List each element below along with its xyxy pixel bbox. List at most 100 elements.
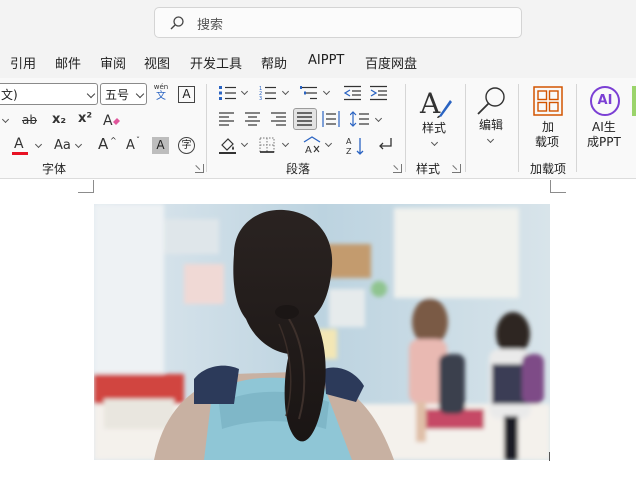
tab-review[interactable]: 审阅 [100, 53, 126, 72]
justify-icon [297, 112, 312, 126]
page-margin-mark-right [550, 180, 566, 193]
svg-text:Z: Z [346, 147, 352, 156]
chevron-down-icon[interactable] [240, 139, 249, 148]
character-shading-button[interactable]: A [152, 137, 169, 154]
menu-bar: 引用 邮件 审阅 视图 开发工具 帮助 AIPPT 百度网盘 [0, 46, 636, 78]
chevron-down-icon[interactable] [74, 140, 83, 149]
pinyin-bottom: 文 [156, 91, 166, 102]
chevron-down-icon[interactable] [322, 87, 331, 96]
chinese-layout-icon[interactable]: A [302, 136, 322, 154]
search-placeholder: 搜索 [197, 18, 224, 33]
font-name-value: 文) [1, 88, 18, 102]
group-divider [405, 84, 406, 172]
ai-ppt-button[interactable]: AI AI生 成PPT [582, 84, 628, 154]
font-color-bar [12, 152, 28, 155]
align-right-icon[interactable] [271, 112, 287, 126]
tab-help[interactable]: 帮助 [261, 53, 287, 72]
group-divider [465, 84, 466, 172]
decrease-indent-icon[interactable] [344, 85, 362, 101]
chevron-down-icon [486, 135, 495, 144]
tab-baidu-netdisk[interactable]: 百度网盘 [365, 53, 417, 72]
justify-button[interactable] [293, 108, 317, 130]
grow-font-button[interactable]: A [98, 137, 108, 152]
chevron-down-icon[interactable] [34, 140, 43, 149]
title-bar: 搜索 [0, 0, 636, 46]
font-size-combo[interactable]: 五号 [100, 83, 147, 105]
caret-up-icon: ^ [110, 136, 117, 145]
bullets-icon[interactable] [219, 85, 237, 101]
svg-text:A: A [305, 145, 312, 154]
svg-text:A: A [103, 113, 113, 129]
distributed-icon[interactable] [322, 111, 340, 127]
shrink-font-button[interactable]: A [126, 139, 135, 152]
editing-button[interactable]: 编辑 [470, 84, 512, 154]
chevron-down-icon[interactable] [281, 139, 290, 148]
font-name-combo[interactable]: 文) [0, 83, 98, 105]
svg-text:3: 3 [259, 96, 262, 101]
chevron-down-icon [135, 89, 145, 99]
multilevel-list-icon[interactable] [300, 85, 318, 101]
svg-text:A: A [346, 137, 352, 146]
paragraph-dialog-launcher-icon[interactable] [393, 164, 402, 173]
tab-aippt[interactable]: AIPPT [308, 53, 344, 68]
find-icon [477, 87, 505, 115]
line-spacing-icon[interactable] [350, 111, 370, 127]
ai-ppt-label-line1: AI生 [592, 120, 616, 134]
search-box[interactable]: 搜索 [154, 7, 522, 38]
addins-label-line2: 载项 [535, 135, 560, 149]
shade-char: A [156, 138, 165, 152]
borders-icon[interactable] [259, 137, 275, 153]
addins-grid-icon [533, 86, 563, 116]
align-left-icon[interactable] [219, 112, 235, 126]
align-center-icon[interactable] [245, 112, 261, 126]
subscript-button[interactable]: x₂ [52, 113, 66, 126]
ribbon: 文) 五号 wén 文 A ab x₂ x² A A Aa A ^ A ˇ A … [0, 78, 636, 179]
addins-label-line1: 加 [542, 120, 555, 134]
page-margin-mark-left [78, 180, 94, 193]
chevron-down-icon[interactable] [281, 87, 290, 96]
chevron-down-icon[interactable] [324, 139, 333, 148]
svg-text:A: A [419, 87, 441, 120]
sort-icon[interactable]: A Z [346, 136, 366, 156]
tab-mailings[interactable]: 邮件 [55, 53, 81, 72]
border-char: A [182, 87, 191, 101]
chevron-down-icon[interactable] [374, 114, 383, 123]
addins-group-label: 加载项 [530, 162, 567, 176]
group-divider [206, 84, 207, 172]
font-dialog-launcher-icon[interactable] [195, 164, 204, 173]
tab-view[interactable]: 视图 [144, 53, 170, 72]
ai-ppt-label-line2: 成PPT [587, 135, 621, 149]
strikethrough-button[interactable]: ab [22, 114, 37, 126]
show-formatting-marks-icon[interactable] [376, 136, 394, 154]
group-divider [518, 84, 519, 172]
chevron-down-icon [86, 89, 96, 99]
addins-button[interactable]: 加 载项 [528, 84, 568, 154]
chevron-down-icon [430, 138, 439, 147]
tab-references[interactable]: 引用 [10, 53, 36, 72]
clear-formatting-icon[interactable]: A [102, 110, 122, 130]
partial-addin-icon[interactable] [632, 86, 636, 116]
document-image[interactable] [94, 204, 550, 460]
styles-button[interactable]: A 样式 [412, 84, 458, 154]
caret-down-icon: ˇ [136, 136, 140, 145]
tab-developer[interactable]: 开发工具 [190, 53, 242, 72]
shading-icon[interactable] [219, 136, 237, 154]
superscript-button[interactable]: x² [78, 112, 92, 125]
chevron-down-icon[interactable] [1, 115, 10, 124]
styles-button-label: 样式 [422, 121, 447, 135]
group-divider [576, 84, 577, 172]
text-cursor-mark [549, 452, 550, 461]
enclose-characters-button[interactable]: 字 [178, 137, 195, 154]
phonetic-guide-button[interactable]: wén 文 [152, 83, 170, 105]
character-border-button[interactable]: A [178, 86, 195, 103]
font-color-button[interactable]: A [12, 136, 30, 156]
increase-indent-icon[interactable] [370, 85, 388, 101]
numbering-icon[interactable]: 1 2 3 [259, 85, 277, 101]
ai-logo-text: AI [597, 93, 613, 108]
change-case-button[interactable]: Aa [54, 139, 71, 152]
chevron-down-icon[interactable] [240, 87, 249, 96]
styles-dialog-launcher-icon[interactable] [452, 164, 461, 173]
search-icon [170, 16, 184, 30]
styles-group-label: 样式 [416, 162, 441, 176]
ai-logo-icon: AI [590, 86, 620, 116]
